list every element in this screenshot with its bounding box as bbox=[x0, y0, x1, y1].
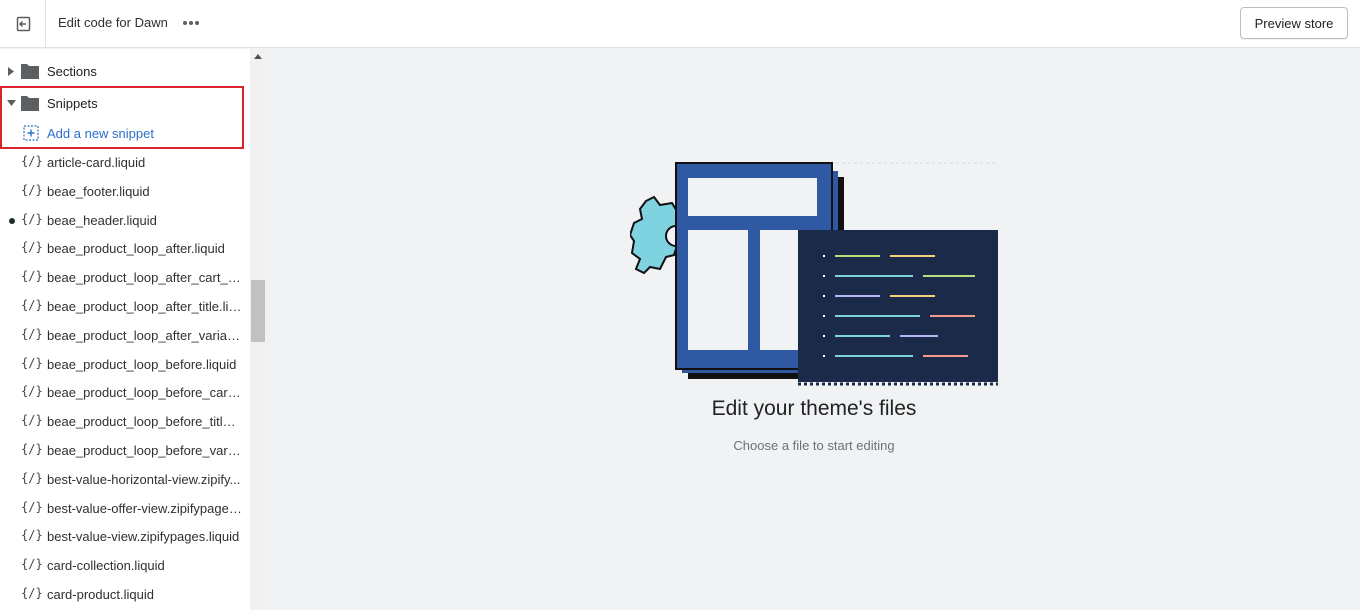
scrollbar-thumb[interactable] bbox=[251, 280, 265, 342]
snippet-file-item[interactable]: {/} beae_product_loop_before_cart_... bbox=[0, 378, 248, 407]
snippet-file-item[interactable]: {/} best-value-view.zipifypages.liquid bbox=[0, 522, 248, 551]
liquid-file-icon: {/} bbox=[21, 413, 43, 428]
file-name: beae_footer.liquid bbox=[47, 183, 150, 199]
file-name: beae_product_loop_after_cart_bu... bbox=[47, 270, 242, 286]
liquid-file-icon: {/} bbox=[21, 585, 43, 600]
top-bar: Edit code for Dawn Preview store bbox=[0, 0, 1360, 48]
snippet-file-item[interactable]: {/} beae_product_loop_after_variant.l... bbox=[0, 321, 248, 350]
liquid-file-icon: {/} bbox=[21, 355, 43, 370]
liquid-file-icon: {/} bbox=[21, 154, 43, 168]
snippet-file-item[interactable]: {/} card-collection.liquid bbox=[0, 551, 248, 580]
liquid-file-icon: {/} bbox=[21, 182, 43, 197]
snippet-file-list: {/} article-card.liquid {/} beae_footer.liq… bbox=[0, 148, 248, 609]
liquid-file-icon: {/} bbox=[21, 528, 43, 543]
folder-snippets[interactable]: Snippets bbox=[0, 89, 248, 117]
file-name: beae_product_loop_before.liquid bbox=[47, 356, 237, 372]
snippet-file-item[interactable]: {/} beae_product_loop_before_title.li... bbox=[0, 407, 248, 436]
file-sidebar: Sections Snippets Add a new snippet {/} a… bbox=[0, 49, 250, 610]
snippet-file-item[interactable]: {/} beae_product_loop_after_cart_bu... bbox=[0, 263, 248, 292]
exit-icon bbox=[16, 16, 30, 31]
snippet-file-item[interactable]: {/} article-card.liquid bbox=[0, 148, 248, 177]
liquid-file-icon: {/} bbox=[21, 326, 43, 341]
file-name: card-collection.liquid bbox=[47, 558, 165, 574]
editor-area: Edit your theme's files Choose a file to… bbox=[266, 49, 1360, 610]
snippet-file-item[interactable]: {/} beae_product_loop_before_varia... bbox=[0, 436, 248, 465]
liquid-file-icon: {/} bbox=[21, 499, 43, 514]
liquid-file-icon: {/} bbox=[21, 557, 43, 572]
page-title: Edit code for Dawn bbox=[58, 15, 168, 30]
folder-icon bbox=[21, 96, 39, 111]
liquid-file-icon: {/} bbox=[21, 240, 43, 255]
file-name: card-product.liquid bbox=[47, 586, 154, 602]
add-file-icon bbox=[23, 125, 39, 141]
add-snippet-link[interactable]: Add a new snippet bbox=[0, 124, 248, 150]
add-snippet-label: Add a new snippet bbox=[47, 126, 154, 141]
unsaved-changes-dot bbox=[9, 217, 15, 224]
file-name: best-value-horizontal-view.zipify... bbox=[47, 471, 241, 487]
preview-store-button[interactable]: Preview store bbox=[1240, 7, 1348, 39]
file-name: article-card.liquid bbox=[47, 155, 146, 170]
folder-sections[interactable]: Sections bbox=[0, 57, 248, 85]
file-name: beae_product_loop_before_cart_... bbox=[47, 385, 242, 401]
folder-label: Snippets bbox=[47, 96, 98, 111]
snippet-file-item[interactable]: {/} card-product.liquid bbox=[0, 580, 248, 609]
liquid-file-icon: {/} bbox=[21, 384, 43, 399]
snippet-file-item[interactable]: {/} beae_header.liquid bbox=[0, 206, 248, 235]
caret-right-icon bbox=[8, 67, 14, 76]
snippet-file-item[interactable]: {/} best-value-offer-view.zipifypages... bbox=[0, 494, 248, 523]
file-name: beae_product_loop_before_varia... bbox=[47, 442, 242, 458]
more-icon bbox=[183, 21, 199, 25]
file-name: beae_product_loop_after_title.liq... bbox=[47, 298, 242, 314]
file-name: best-value-view.zipifypages.liquid bbox=[47, 529, 240, 545]
file-name: beae_product_loop_after_variant.l... bbox=[47, 327, 242, 343]
file-name: beae_header.liquid bbox=[47, 212, 157, 228]
empty-state-title: Edit your theme's files bbox=[711, 397, 917, 420]
code-editor-illustration bbox=[630, 162, 998, 386]
file-name: best-value-offer-view.zipifypages... bbox=[47, 500, 242, 516]
liquid-file-icon: {/} bbox=[21, 297, 43, 312]
caret-down-icon bbox=[7, 100, 16, 106]
file-name: beae_product_loop_after.liquid bbox=[47, 241, 225, 257]
sidebar-scrollbar[interactable] bbox=[250, 49, 266, 610]
empty-state-subtitle: Choose a file to start editing bbox=[733, 438, 895, 453]
snippet-file-item[interactable]: {/} beae_footer.liquid bbox=[0, 177, 248, 206]
scroll-up-arrow-icon[interactable] bbox=[254, 54, 262, 59]
folder-icon bbox=[21, 64, 39, 79]
snippet-file-item[interactable]: {/} beae_product_loop_before.liquid bbox=[0, 350, 248, 379]
snippet-file-item[interactable]: {/} best-value-horizontal-view.zipify... bbox=[0, 465, 248, 494]
exit-button[interactable] bbox=[0, 0, 46, 47]
liquid-file-icon: {/} bbox=[21, 211, 43, 226]
snippet-file-item[interactable]: {/} beae_product_loop_after.liquid bbox=[0, 234, 248, 263]
liquid-file-icon: {/} bbox=[21, 269, 43, 284]
more-actions-button[interactable] bbox=[180, 12, 202, 34]
snippet-file-item[interactable]: {/} beae_product_loop_after_title.liq... bbox=[0, 292, 248, 321]
liquid-file-icon: {/} bbox=[21, 470, 43, 485]
file-name: beae_product_loop_before_title.li... bbox=[47, 414, 242, 430]
liquid-file-icon: {/} bbox=[21, 441, 43, 456]
folder-label: Sections bbox=[47, 64, 97, 79]
